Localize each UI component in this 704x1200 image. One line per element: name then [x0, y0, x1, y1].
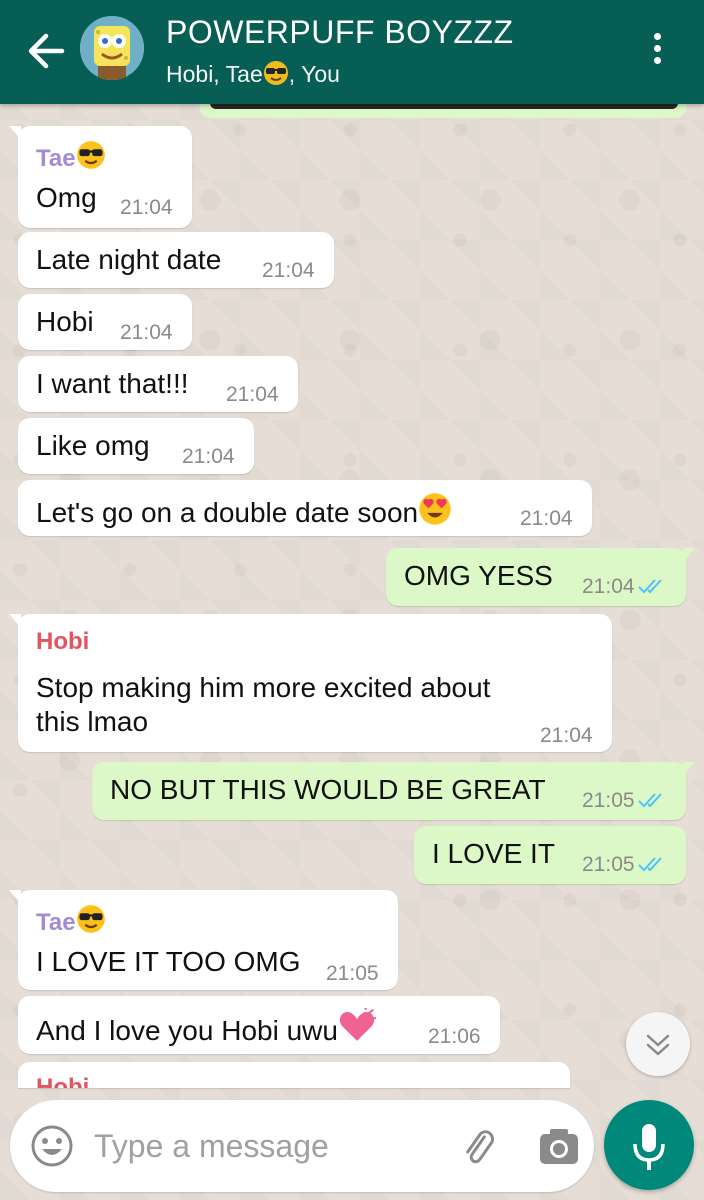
bubble-tail: [9, 126, 21, 140]
paperclip-icon[interactable]: [456, 1124, 502, 1170]
message-bubble-partial[interactable]: Hobi: [18, 1062, 570, 1088]
scroll-to-bottom-button[interactable]: [626, 1012, 690, 1076]
message-bubble[interactable]: Hobi 21:04: [18, 294, 192, 350]
sender-name: Tae: [36, 140, 106, 177]
message-bubble[interactable]: Let's go on a double date soon 21:04: [18, 480, 592, 536]
message-text: OMG YESS: [404, 560, 553, 591]
sender-name: Hobi: [36, 628, 90, 655]
message-input[interactable]: [94, 1118, 434, 1174]
message-bubble[interactable]: Like omg 21:04: [18, 418, 254, 474]
message-text: Stop making him more excited about: [36, 672, 491, 703]
message-text: Late night date: [36, 244, 222, 275]
message-time-text: 21:04: [582, 575, 635, 598]
microphone-icon: [633, 1124, 665, 1170]
message-time: 21:04: [120, 196, 173, 219]
bubble-tail: [9, 890, 21, 904]
message-composer[interactable]: [10, 1100, 594, 1192]
sender-label: Tae: [36, 145, 76, 172]
sunglasses-emoji: [76, 904, 106, 941]
message-bubble[interactable]: Tae Omg 21:04: [9, 126, 192, 228]
message-text: I LOVE IT TOO OMG: [36, 946, 301, 977]
message-text: I LOVE IT: [432, 838, 555, 869]
message-time: 21:04: [226, 383, 279, 406]
message-text: NO BUT THIS WOULD BE GREAT: [110, 774, 546, 805]
members-text: Hobi, Tae: [166, 61, 263, 87]
bubble-tail: [683, 548, 695, 562]
message-time: 21:04: [582, 575, 667, 601]
message-text-content: Let's go on a double date soon: [36, 497, 419, 528]
group-members[interactable]: Hobi, Tae , You: [166, 60, 340, 92]
sunglasses-emoji: [263, 60, 289, 92]
message-text: Omg: [36, 182, 97, 213]
read-ticks-icon: [637, 791, 667, 815]
bubble-tail: [683, 762, 695, 776]
message-bubble[interactable]: I LOVE IT 21:05: [414, 826, 686, 884]
read-ticks-icon: [637, 577, 667, 601]
read-ticks-icon: [637, 855, 667, 879]
message-time-text: 21:05: [582, 853, 635, 876]
message-time-text: 21:05: [582, 789, 635, 812]
camera-icon[interactable]: [536, 1124, 582, 1170]
emoji-icon[interactable]: [28, 1122, 76, 1170]
message-bubble[interactable]: Tae I LOVE IT TOO OMG 21:05: [9, 890, 398, 990]
sunglasses-emoji: [76, 140, 106, 177]
message-text: this lmao: [36, 706, 149, 737]
members-you: , You: [288, 61, 340, 87]
message-bubble[interactable]: NO BUT THIS WOULD BE GREAT 21:05: [92, 762, 695, 820]
message-bubble[interactable]: I want that!!! 21:04: [18, 356, 298, 412]
message-text: Hobi: [36, 306, 94, 337]
message-bubble[interactable]: And I love you Hobi uwu 21:06: [18, 996, 500, 1054]
bubble-tail: [18, 1062, 21, 1076]
message-text: And I love you Hobi uwu: [36, 1006, 377, 1051]
heart-eyes-emoji: [418, 492, 452, 533]
message-time: 21:04: [182, 445, 235, 468]
bubble-tail: [9, 614, 21, 628]
chat-header[interactable]: POWERPUFF BOYZZZ Hobi, Tae , You: [0, 0, 704, 104]
message-time: 21:04: [120, 321, 173, 344]
message-bubble[interactable]: OMG YESS 21:04: [386, 548, 695, 606]
message-text: I want that!!!: [36, 368, 189, 399]
message-time: 21:05: [582, 853, 667, 879]
message-time: 21:04: [262, 259, 315, 282]
message-time: 21:06: [428, 1025, 481, 1048]
group-avatar[interactable]: [80, 16, 144, 80]
pink-heart-emoji: [338, 1006, 377, 1051]
message-time: 21:05: [582, 789, 667, 815]
message-bubble[interactable]: Late night date 21:04: [18, 232, 334, 288]
more-options-icon[interactable]: [640, 28, 674, 72]
group-title[interactable]: POWERPUFF BOYZZZ: [166, 14, 514, 51]
message-text-content: And I love you Hobi uwu: [36, 1015, 338, 1046]
message-bubble[interactable]: Hobi Stop making him more excited about …: [9, 614, 612, 752]
message-time: 21:04: [540, 724, 593, 747]
back-arrow-icon[interactable]: [22, 28, 74, 74]
message-text: Let's go on a double date soon: [36, 492, 452, 533]
message-time: 21:05: [326, 962, 379, 985]
microphone-button[interactable]: [604, 1100, 694, 1190]
double-chevron-down-icon: [646, 1034, 670, 1056]
sender-label: Tae: [36, 909, 76, 936]
sender-name: Hobi: [36, 1074, 90, 1088]
message-time: 21:04: [520, 507, 573, 530]
sender-name: Tae: [36, 904, 106, 941]
message-text: Like omg: [36, 430, 150, 461]
